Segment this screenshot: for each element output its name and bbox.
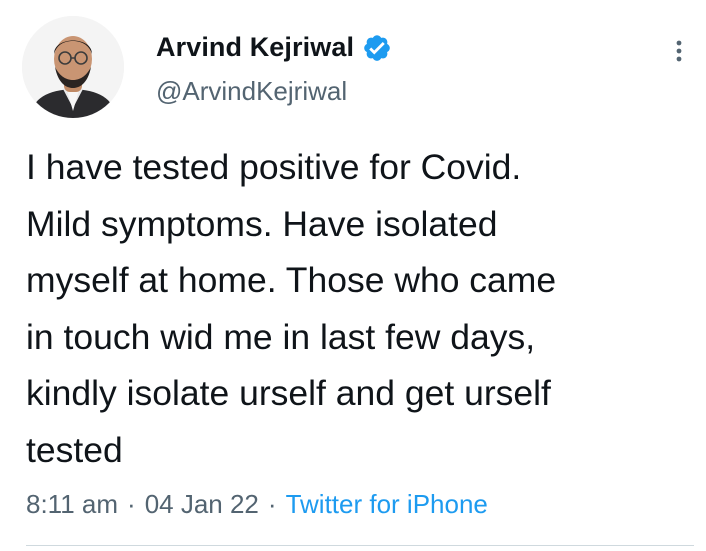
- profile-photo-icon: [22, 16, 124, 118]
- tweet-meta: 8:11 am · 04 Jan 22 · Twitter for iPhone: [26, 489, 488, 520]
- tweet-source-link[interactable]: Twitter for iPhone: [286, 489, 488, 520]
- meta-separator: ·: [127, 489, 136, 519]
- author-name-row[interactable]: Arvind Kejriwal: [156, 32, 392, 63]
- meta-separator: ·: [267, 489, 277, 519]
- tweet-card: Arvind Kejriwal @ArvindKejriwal I have t…: [0, 0, 706, 551]
- tweet-time[interactable]: 8:11 am: [26, 489, 118, 520]
- avatar[interactable]: [22, 16, 124, 118]
- author-handle[interactable]: @ArvindKejriwal: [156, 76, 347, 107]
- tweet-text: I have tested positive for Covid. Mild s…: [26, 147, 557, 470]
- author-display-name[interactable]: Arvind Kejriwal: [156, 32, 354, 63]
- verified-badge-icon: [362, 33, 392, 63]
- divider: [26, 545, 694, 546]
- tweet-date[interactable]: 04 Jan 22: [145, 489, 259, 520]
- more-vertical-icon[interactable]: [664, 36, 694, 66]
